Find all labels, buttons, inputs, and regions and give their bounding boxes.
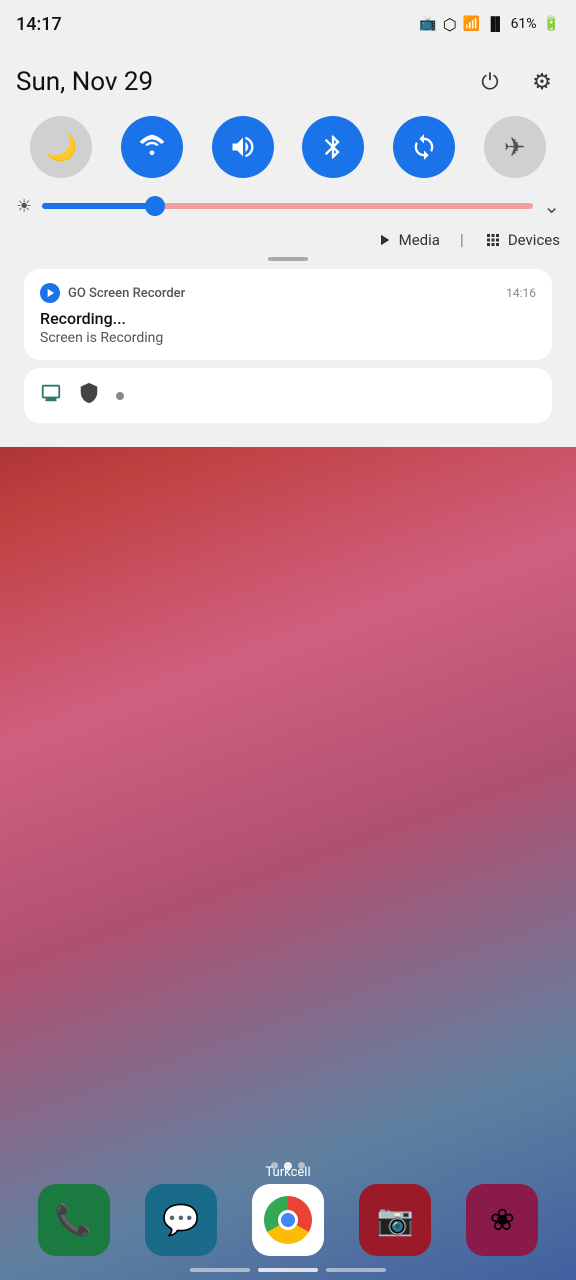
status-time: 14:17 bbox=[16, 14, 62, 35]
brightness-icon: ☀ bbox=[16, 196, 32, 217]
battery-icon: 🔋 bbox=[543, 16, 560, 32]
dock-app-flower[interactable]: ❀ bbox=[466, 1184, 538, 1256]
notification-card-go-recorder[interactable]: GO Screen Recorder 14:16 Recording... Sc… bbox=[24, 269, 552, 360]
system-dot bbox=[116, 392, 124, 400]
power-button[interactable]: ⏻ bbox=[472, 64, 508, 100]
brightness-expand-icon[interactable]: ⌄ bbox=[543, 194, 560, 218]
cast-icon: 📺 bbox=[419, 16, 436, 32]
toggle-do-not-disturb[interactable]: 🌙 bbox=[30, 116, 92, 178]
media-button[interactable]: Media bbox=[375, 231, 440, 249]
brightness-slider[interactable] bbox=[42, 203, 533, 209]
devices-label: Devices bbox=[508, 231, 560, 249]
brightness-thumb bbox=[145, 196, 165, 216]
home-indicators bbox=[0, 1268, 576, 1272]
dock-app-phone[interactable]: 📞 bbox=[38, 1184, 110, 1256]
monitor-icon bbox=[40, 382, 62, 409]
notification-app-icon bbox=[40, 283, 60, 303]
notification-header: GO Screen Recorder 14:16 bbox=[40, 283, 536, 303]
media-label: Media bbox=[399, 231, 440, 249]
dock-app-chrome[interactable] bbox=[252, 1184, 324, 1256]
shield-icon bbox=[78, 382, 100, 409]
battery-percent: 61% bbox=[511, 16, 537, 32]
toggle-sound[interactable] bbox=[212, 116, 274, 178]
dock-app-messages[interactable]: 💬 bbox=[145, 1184, 217, 1256]
app-dock: 📞 💬 📷 ❀ bbox=[0, 1184, 576, 1256]
media-devices-row: Media | Devices bbox=[16, 230, 560, 249]
quick-settings-panel: Sun, Nov 29 ⏻ ⚙ 🌙 bbox=[0, 48, 576, 447]
system-icons-card bbox=[24, 368, 552, 423]
date-row: Sun, Nov 29 ⏻ ⚙ bbox=[16, 56, 560, 116]
carrier-label: Turkcell bbox=[0, 1165, 576, 1180]
date-controls: ⏻ ⚙ bbox=[472, 64, 560, 100]
notification-app-name: GO Screen Recorder bbox=[68, 286, 185, 301]
toggle-bluetooth[interactable] bbox=[302, 116, 364, 178]
toggle-airplane[interactable]: ✈ bbox=[484, 116, 546, 178]
status-icons: 📺 ⬡ 📶 ▐▌ 61% 🔋 bbox=[419, 15, 560, 34]
home-bar-left bbox=[190, 1268, 250, 1272]
notification-time: 14:16 bbox=[506, 286, 536, 300]
notification-shade: 14:17 📺 ⬡ 📶 ▐▌ 61% 🔋 Sun, Nov 29 ⏻ ⚙ 🌙 bbox=[0, 0, 576, 447]
signal-icon: ▐▌ bbox=[486, 16, 504, 32]
toggle-sync[interactable] bbox=[393, 116, 455, 178]
status-bar: 14:17 📺 ⬡ 📶 ▐▌ 61% 🔋 bbox=[0, 0, 576, 48]
notification-title: Recording... bbox=[40, 309, 536, 328]
dock-app-camera[interactable]: 📷 bbox=[359, 1184, 431, 1256]
home-bar-right bbox=[326, 1268, 386, 1272]
home-bar-center bbox=[258, 1268, 318, 1272]
settings-button[interactable]: ⚙ bbox=[524, 64, 560, 100]
notification-body: Screen is Recording bbox=[40, 330, 536, 346]
brightness-row: ☀ ⌄ bbox=[16, 194, 560, 218]
quick-toggles-row: 🌙 ✈ bbox=[16, 116, 560, 178]
date-display: Sun, Nov 29 bbox=[16, 67, 153, 97]
toggle-wifi[interactable] bbox=[121, 116, 183, 178]
shade-handle bbox=[268, 257, 308, 261]
devices-button[interactable]: Devices bbox=[484, 231, 560, 249]
media-divider: | bbox=[460, 230, 464, 249]
wifi-icon: 📶 bbox=[463, 16, 480, 32]
bluetooth-icon: ⬡ bbox=[443, 15, 457, 34]
